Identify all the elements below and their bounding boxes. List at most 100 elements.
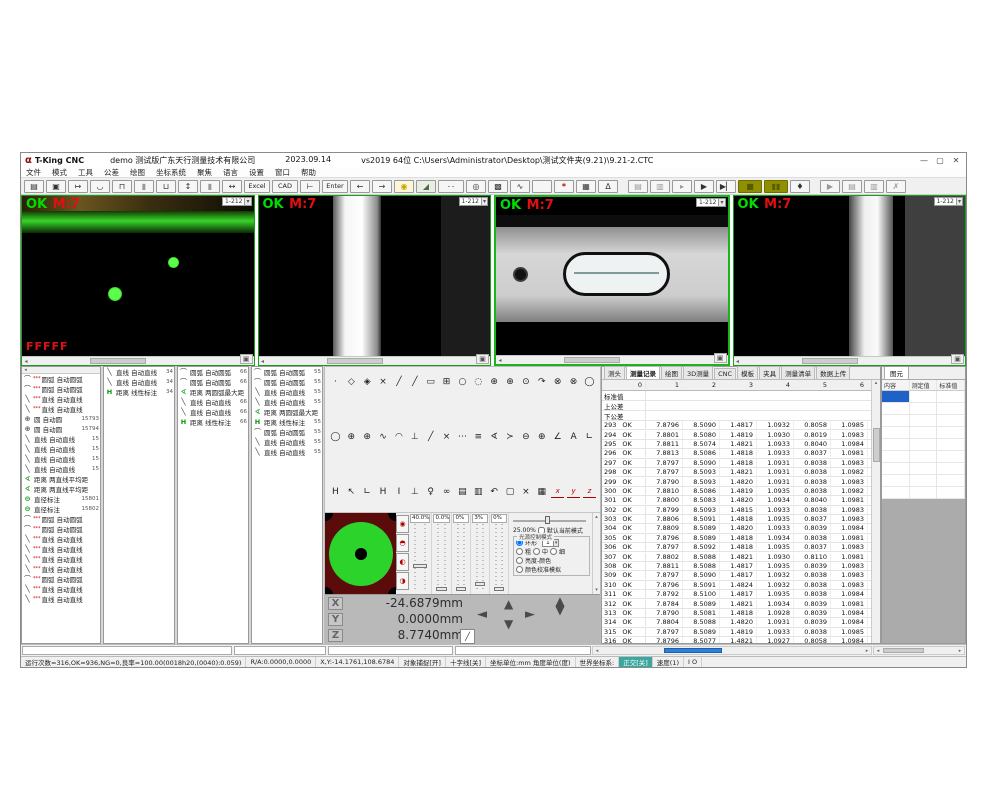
palette-tool-icon[interactable]: ◇ [345,375,358,388]
palette-tool-icon[interactable]: ⋯ [456,430,469,443]
status-segment[interactable]: R/A:0.0000,0.0000 [246,657,316,667]
palette-tool-icon[interactable]: ▦ [535,485,548,498]
feature-item[interactable]: *** 直线 自动直线 [22,544,100,554]
palette-tool-icon[interactable]: ↖ [345,485,358,498]
feature-item[interactable]: 直径标注 15802 [22,504,100,514]
slider-thumb[interactable] [456,587,466,591]
scroll-left-icon[interactable]: ◂ [593,648,601,654]
ring-segment-icon[interactable]: ◓ [396,534,409,552]
feature-item[interactable]: *** 圆弧 自动圆弧 [22,514,100,524]
feature-item[interactable]: 直线 自动直线 15 [22,444,100,454]
record-row[interactable]: 301 OK 7.8800 8.5083 1.4820 1.0934 0.804… [602,496,871,505]
jog-up-icon[interactable]: ▲ [504,597,513,611]
palette-tool-icon[interactable]: ⊕ [535,430,548,443]
toolbar-button[interactable]: ▣ [46,180,66,193]
scroll-left-icon[interactable]: ◂ [874,648,882,654]
toolbar-button[interactable]: ♦ [790,180,810,193]
feature-item[interactable]: *** 圆弧 自动圆弧 [22,384,100,394]
toolbar-button[interactable]: - - [438,180,464,193]
feature-item[interactable]: *** 直线 自动直线 [22,564,100,574]
palette-tool-icon[interactable]: ⊗ [567,375,580,388]
toolbar-button[interactable]: ▮ [200,180,220,193]
camera-view[interactable]: OK M:7 FFFFF 1-212 ▾ ◂ ▸ ▣ [21,195,255,366]
status-segment[interactable]: 速度(1) [653,657,684,667]
palette-tool-icon[interactable]: ↶ [488,485,501,498]
feature-item[interactable]: 距离 线性标注 55 [252,417,322,427]
scroll-right-icon[interactable]: ▸ [956,648,964,654]
ring-segment-icon[interactable]: ◐ [396,553,409,571]
element-panel-hscrollbar[interactable]: ◂ ▸ [873,646,965,655]
record-row[interactable]: 295 OK 7.8811 8.5074 1.4821 1.0933 0.804… [602,440,871,449]
palette-tool-icon[interactable]: y [567,485,580,498]
menu-item[interactable]: 工具 [78,167,93,178]
toolbar-button[interactable]: ▥ [650,180,670,193]
ring-light-preview[interactable] [325,513,396,595]
record-row[interactable]: 313 OK 7.8790 8.5081 1.4818 1.0928 0.803… [602,609,871,618]
palette-tool-icon[interactable]: H [377,485,390,498]
record-row[interactable]: 296 OK 7.8813 8.5086 1.4818 1.0933 0.803… [602,449,871,458]
palette-tool-icon[interactable]: I [393,485,406,498]
record-row[interactable]: 302 OK 7.8799 8.5093 1.4815 1.0933 0.803… [602,506,871,515]
status-segment[interactable]: 十字线[关] [446,657,486,667]
mode-fine-radio[interactable] [550,548,557,555]
palette-tool-icon[interactable]: ⊕ [345,430,358,443]
menu-item[interactable]: 语言 [223,167,238,178]
scroll-thumb[interactable] [802,358,858,364]
record-row[interactable]: 306 OK 7.8797 8.5092 1.4818 1.0935 0.803… [602,543,871,552]
palette-tool-icon[interactable]: ≡ [472,430,485,443]
table-tab[interactable]: 测量清单 [781,366,815,379]
palette-tool-icon[interactable]: ╱ [393,375,406,388]
scroll-left-icon[interactable]: ◂ [259,358,267,365]
jog-cross-arrows[interactable]: ▲ ◄ ► ▼ [477,601,543,635]
feature-item[interactable]: 距离 线性标注 66 [178,417,248,427]
element-row[interactable] [882,415,965,427]
palette-tool-icon[interactable]: ⊞ [440,375,453,388]
toolbar-button[interactable]: ▦ [576,180,596,193]
palette-tool-icon[interactable]: ▤ [456,485,469,498]
record-row[interactable]: 299 OK 7.8790 8.5093 1.4820 1.0931 0.803… [602,477,871,486]
camera-hscrollbar[interactable]: ◂ ▸ [496,355,728,364]
feature-item[interactable]: 圆 自动圆 15794 [22,424,100,434]
menu-item[interactable]: 帮助 [301,167,316,178]
record-row[interactable]: 293 OK 7.8796 8.5090 1.4817 1.0932 0.805… [602,421,871,430]
palette-tool-icon[interactable]: ⊖ [520,430,533,443]
menu-item[interactable]: 坐标系统 [156,167,186,178]
feature-item[interactable]: 直径标注 15801 [22,494,100,504]
toolbar-button[interactable]: ← [350,180,370,193]
record-row[interactable]: 294 OK 7.8801 8.5080 1.4819 1.0930 0.801… [602,430,871,439]
light-slider[interactable]: 0% [490,513,509,594]
palette-tool-icon[interactable]: ≻ [504,430,517,443]
toolbar-button[interactable]: ⊢ [300,180,320,193]
table-vscrollbar[interactable]: ▴ [871,380,880,643]
chevron-down-icon[interactable]: ▾ [244,198,250,205]
menu-item[interactable]: 聚焦 [197,167,212,178]
palette-tool-icon[interactable]: ⊕ [504,375,517,388]
palette-tool-icon[interactable]: ▭ [424,375,437,388]
feature-item[interactable]: 圆弧 自动圆弧 66 [178,377,248,387]
camera-view[interactable]: OK M:7 1-212 ▾ ◂ ▸ ▣ [494,195,730,366]
feature-item[interactable]: 直线 自动直线 66 [178,397,248,407]
chevron-down-icon[interactable]: ▾ [956,198,962,205]
trend-chart-button[interactable]: ╱ [460,629,475,644]
mode-color-cal-radio[interactable] [516,566,523,573]
palette-tool-icon[interactable]: ∟ [361,485,374,498]
mode-medium-radio[interactable] [533,548,540,555]
toolbar-button[interactable]: ▮▮ [764,180,788,193]
record-row[interactable]: 316 OK 7.8796 8.5077 1.4821 1.0927 0.805… [602,637,871,643]
camera-fit-icon[interactable]: ▣ [951,354,964,364]
camera-fit-icon[interactable]: ▣ [240,354,253,364]
feature-item[interactable]: 直线 自动直线 15 [22,454,100,464]
feature-item[interactable]: 圆弧 自动圆弧 55 [252,377,322,387]
camera-view[interactable]: OK M:7 1-212 ▾ ◂ ▸ ▣ [733,195,967,366]
palette-tool-icon[interactable]: ⊕ [361,430,374,443]
scroll-up-icon[interactable]: ▴ [875,380,878,386]
element-row[interactable] [882,451,965,463]
palette-tool-icon[interactable]: ∞ [440,485,453,498]
table-tab[interactable]: CNC [714,368,736,379]
record-row[interactable]: 314 OK 7.8804 8.5088 1.4820 1.0931 0.803… [602,618,871,627]
light-slider[interactable]: 0% [452,513,471,594]
palette-tool-icon[interactable]: × [377,375,390,388]
feature-item[interactable]: 直线 自动直线 55 [252,447,322,457]
table-tab[interactable]: 测量记录 [626,366,660,379]
toolbar-button[interactable]: ◢ [416,180,436,193]
